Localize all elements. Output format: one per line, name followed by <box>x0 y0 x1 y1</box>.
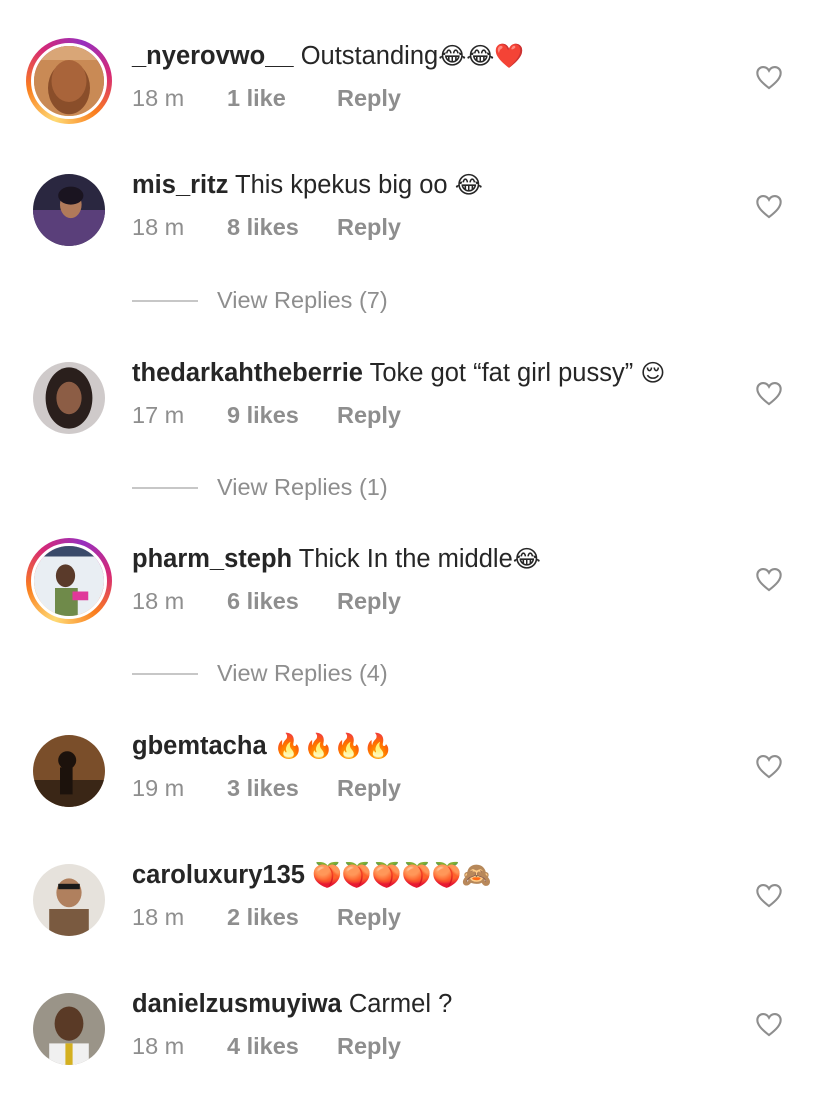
comment-time: 18 m <box>132 588 185 614</box>
view-replies-button[interactable]: View Replies (4) <box>132 658 632 688</box>
comment-line: gbemtacha 🔥🔥🔥🔥 <box>132 728 393 764</box>
comment-item: mis_ritz This kpekus big oo 😂 18 m 8 like… <box>0 167 826 277</box>
comment-text: Toke got “fat girl pussy” <box>369 359 634 387</box>
comment-meta: 19 m 3 likes Reply <box>132 773 401 803</box>
comment-likes[interactable]: 8 likes <box>227 212 337 242</box>
view-replies-button[interactable]: View Replies (7) <box>132 285 632 315</box>
comment-time: 18 m <box>132 1033 185 1059</box>
reply-button[interactable]: Reply <box>337 775 401 801</box>
heart-icon[interactable] <box>755 753 783 779</box>
comment-meta: 18 m 6 likes Reply <box>132 586 401 616</box>
comment-meta: 18 m 1 like Reply <box>132 83 401 113</box>
comment-line: danielzusmuyiwa Carmel ? <box>132 986 452 1022</box>
divider-line <box>132 673 198 675</box>
comment-text: Thick In the middle <box>298 545 513 573</box>
comment-meta: 17 m 9 likes Reply <box>132 400 401 430</box>
divider-line <box>132 300 198 302</box>
comment-likes[interactable]: 9 likes <box>227 400 337 430</box>
comment-time: 17 m <box>132 402 185 428</box>
story-ring[interactable] <box>26 38 112 124</box>
avatar-wrap <box>26 857 112 943</box>
avatar[interactable] <box>33 362 105 434</box>
avatar[interactable] <box>33 993 105 1065</box>
avatar[interactable] <box>33 864 105 936</box>
comment-emoji: 😌 <box>640 359 666 387</box>
comment-time: 18 m <box>132 85 185 111</box>
reply-button[interactable]: Reply <box>337 85 401 111</box>
avatar-wrap <box>26 167 112 253</box>
comment-line: _nyerovwo__ Outstanding😂😂❤️ <box>132 38 524 74</box>
comment-username[interactable]: danielzusmuyiwa <box>132 990 342 1018</box>
comment-emoji: 😂 <box>454 171 483 199</box>
story-ring[interactable] <box>26 538 112 624</box>
reply-button[interactable]: Reply <box>337 214 401 240</box>
comment-time: 18 m <box>132 214 185 240</box>
comment-emoji: 😂 <box>512 545 541 573</box>
comment-text: This kpekus big oo <box>235 171 448 199</box>
comment-time: 18 m <box>132 904 185 930</box>
view-replies-button[interactable]: View Replies (1) <box>132 472 632 502</box>
comment-item: _nyerovwo__ Outstanding😂😂❤️ 18 m 1 like Re… <box>0 38 826 148</box>
comment-time: 19 m <box>132 775 185 801</box>
comment-line: thedarkahtheberrie Toke got “fat girl pu… <box>132 355 665 391</box>
view-replies-label[interactable]: View Replies (7) <box>217 285 388 315</box>
comment-username[interactable]: _nyerovwo__ <box>132 42 294 70</box>
comment-username[interactable]: thedarkahtheberrie <box>132 359 363 387</box>
comment-username[interactable]: gbemtacha <box>132 732 267 760</box>
reply-button[interactable]: Reply <box>337 904 401 930</box>
avatar[interactable] <box>33 174 105 246</box>
heart-icon[interactable] <box>755 566 783 592</box>
avatar[interactable] <box>31 543 107 619</box>
view-replies-label[interactable]: View Replies (4) <box>217 658 388 688</box>
divider-line <box>132 487 198 489</box>
comment-likes[interactable]: 3 likes <box>227 773 337 803</box>
comment-likes[interactable]: 1 like <box>227 83 337 113</box>
comment-text: Outstanding <box>300 42 439 70</box>
comment-likes[interactable]: 2 likes <box>227 902 337 932</box>
comment-text: Carmel ? <box>348 990 453 1018</box>
avatar-wrap <box>26 355 112 441</box>
comment-username[interactable]: caroluxury135 <box>132 861 305 889</box>
avatar[interactable] <box>33 735 105 807</box>
comment-meta: 18 m 4 likes Reply <box>132 1031 401 1061</box>
comment-item: pharm_steph Thick In the middle😂 18 m 6 l… <box>0 538 826 651</box>
reply-button[interactable]: Reply <box>337 588 401 614</box>
avatar[interactable] <box>31 43 107 119</box>
comment-emoji: 🍑🍑🍑🍑🍑🙈 <box>312 861 492 889</box>
reply-button[interactable]: Reply <box>337 402 401 428</box>
heart-icon[interactable] <box>755 64 783 90</box>
comment-line: mis_ritz This kpekus big oo 😂 <box>132 167 483 203</box>
avatar-wrap <box>26 728 112 814</box>
comment-likes[interactable]: 4 likes <box>227 1031 337 1061</box>
heart-icon[interactable] <box>755 1011 783 1037</box>
comment-likes[interactable]: 6 likes <box>227 586 337 616</box>
comment-meta: 18 m 8 likes Reply <box>132 212 401 242</box>
heart-icon[interactable] <box>755 380 783 406</box>
reply-button[interactable]: Reply <box>337 1033 401 1059</box>
avatar-wrap <box>26 986 112 1072</box>
comment-line: caroluxury135 🍑🍑🍑🍑🍑🙈 <box>132 857 491 893</box>
comment-username[interactable]: mis_ritz <box>132 171 228 199</box>
heart-icon[interactable] <box>755 193 783 219</box>
comment-meta: 18 m 2 likes Reply <box>132 902 401 932</box>
comment-item: gbemtacha 🔥🔥🔥🔥 19 m 3 likes Reply <box>0 728 826 838</box>
view-replies-label[interactable]: View Replies (1) <box>217 472 388 502</box>
heart-icon[interactable] <box>755 882 783 908</box>
comment-emoji: 😂😂❤️ <box>438 42 525 70</box>
comment-emoji: 🔥🔥🔥🔥 <box>273 732 394 760</box>
comment-username[interactable]: pharm_steph <box>132 545 292 573</box>
comment-item: thedarkahtheberrie Toke got “fat girl pu… <box>0 355 826 465</box>
comment-item: caroluxury135 🍑🍑🍑🍑🍑🙈 18 m 2 likes Reply <box>0 857 826 967</box>
comment-line: pharm_steph Thick In the middle😂 <box>132 541 541 577</box>
